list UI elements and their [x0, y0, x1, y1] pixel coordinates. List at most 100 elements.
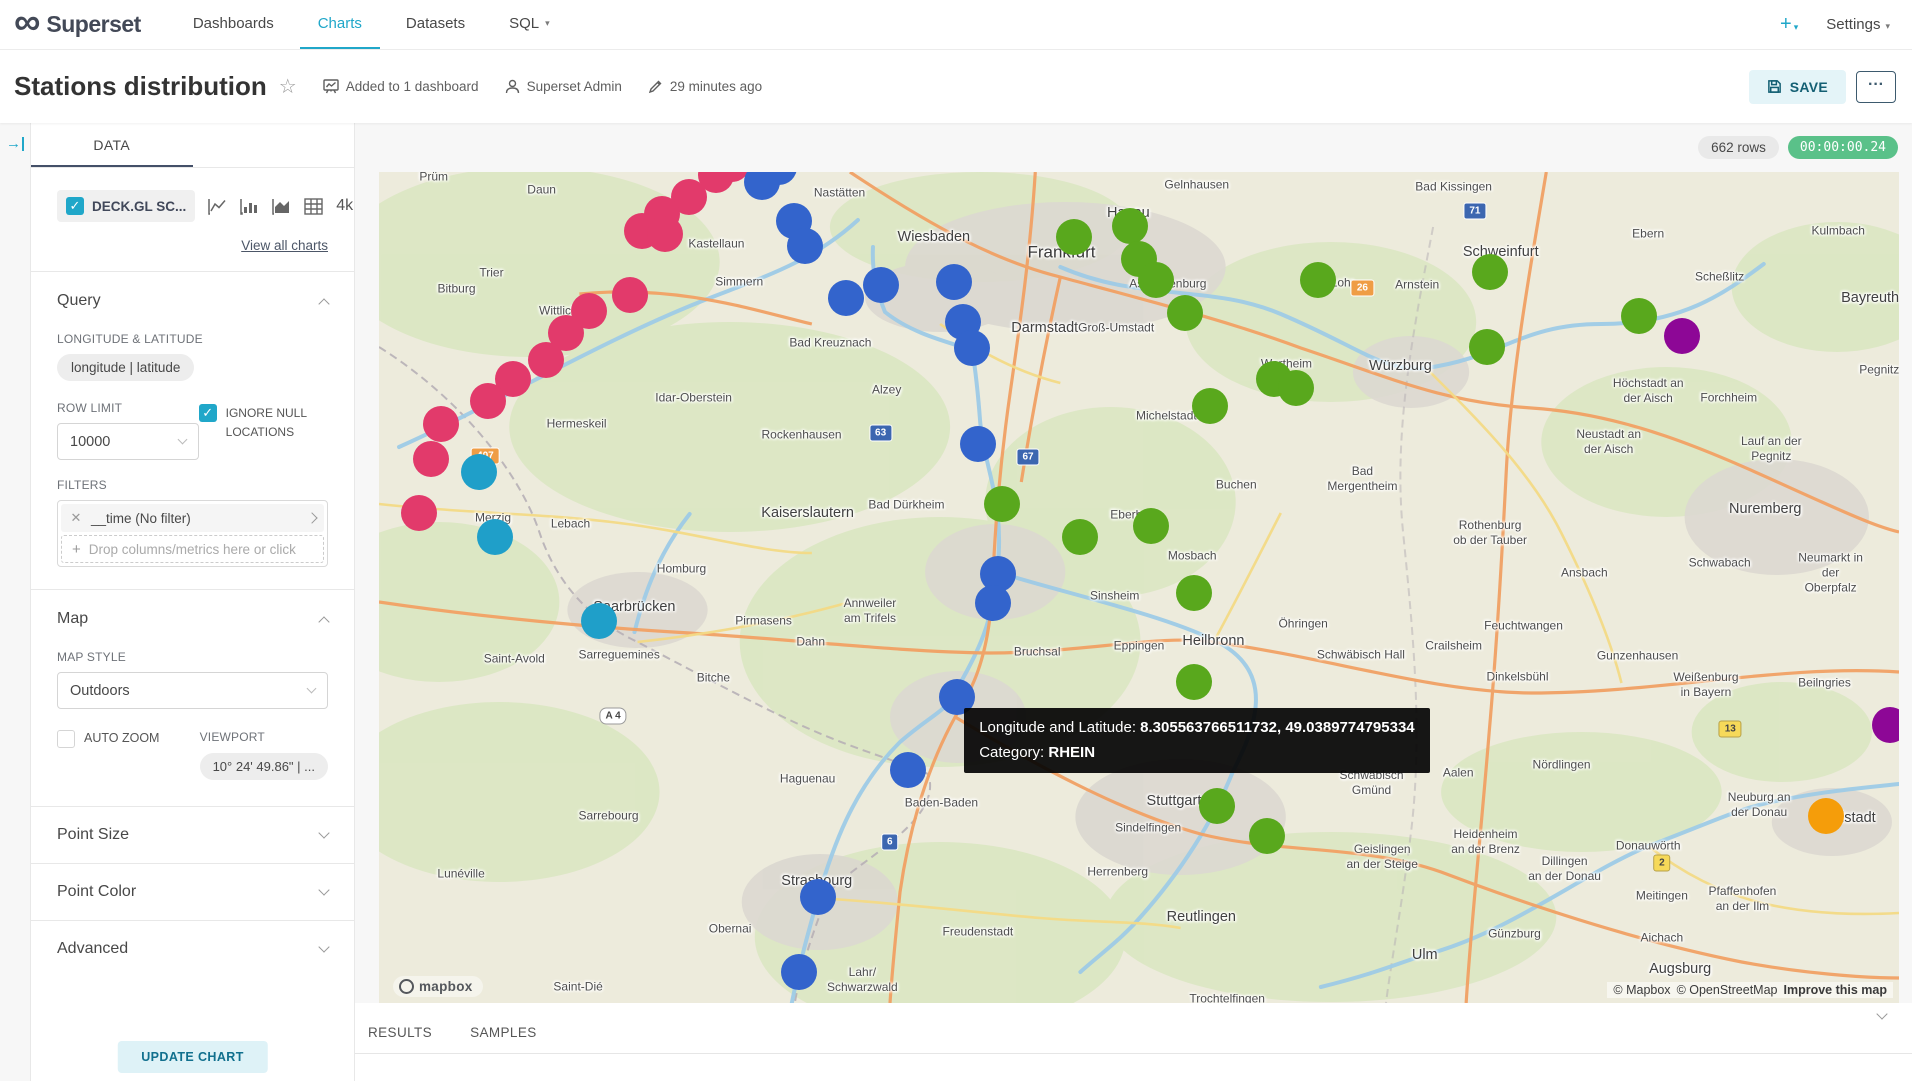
map-point-pink[interactable]	[413, 441, 449, 477]
map-point-cyan[interactable]	[477, 519, 513, 555]
settings-menu[interactable]: Settings▾	[1826, 16, 1890, 33]
section-point-size[interactable]: Point Size	[57, 807, 328, 863]
map-point-blue[interactable]	[828, 280, 864, 316]
map-point-green[interactable]	[1472, 254, 1508, 290]
map-point-green[interactable]	[1062, 519, 1098, 555]
section-label: Point Color	[57, 883, 136, 901]
dashboard-icon	[323, 79, 339, 94]
mapbox-attribution-link[interactable]: © Mapbox	[1613, 983, 1670, 997]
map-point-green[interactable]	[1112, 208, 1148, 244]
meta-pencil[interactable]: 29 minutes ago	[648, 79, 762, 94]
filter-chip-time[interactable]: ✕ __time (No filter)	[61, 504, 324, 532]
favorite-star-icon[interactable]: ☆	[279, 74, 297, 99]
viz-type-selected[interactable]: ✓ DECK.GL SC...	[57, 190, 195, 222]
map-point-blue[interactable]	[863, 267, 899, 303]
map-point-green[interactable]	[1621, 298, 1657, 334]
map-point-cyan[interactable]	[461, 454, 497, 490]
map-point-green[interactable]	[1199, 788, 1235, 824]
lonlat-value-pill[interactable]: longitude | latitude	[57, 354, 194, 381]
map-point-blue[interactable]	[800, 879, 836, 915]
map-point-cyan[interactable]	[581, 603, 617, 639]
chart-header: Stations distribution ☆ Added to 1 dashb…	[0, 50, 1912, 123]
map-point-blue[interactable]	[975, 585, 1011, 621]
map-point-green[interactable]	[1138, 262, 1174, 298]
deckgl-map-canvas[interactable]: PrümDaunNastättenGelnhausenHanauBad Kiss…	[379, 172, 1899, 1003]
table-icon[interactable]	[304, 198, 323, 215]
map-point-green[interactable]	[1249, 818, 1285, 854]
collapse-pane-icon[interactable]	[1878, 1009, 1886, 1027]
tab-results[interactable]: RESULTS	[368, 1025, 432, 1053]
section-point-color[interactable]: Point Color	[57, 864, 328, 920]
nav-item-charts[interactable]: Charts	[300, 0, 380, 49]
ignore-null-checkbox-row[interactable]: ✓ IGNORE NULL LOCATIONS	[199, 404, 328, 441]
checkbox-unchecked-icon[interactable]	[57, 730, 75, 748]
map-point-green[interactable]	[1300, 262, 1336, 298]
meta-user[interactable]: Superset Admin	[505, 79, 622, 94]
map-label: Prüm	[419, 172, 448, 184]
map-point-pink[interactable]	[470, 383, 506, 419]
map-label: Bad Dürkheim	[868, 498, 944, 513]
auto-zoom-checkbox-row[interactable]: AUTO ZOOM	[57, 729, 200, 748]
map-point-pink[interactable]	[528, 342, 564, 378]
map-point-green[interactable]	[984, 486, 1020, 522]
meta-dashboard[interactable]: Added to 1 dashboard	[323, 79, 479, 94]
map-label: Trier	[479, 265, 503, 280]
viz-type-4k[interactable]: 4k	[336, 197, 353, 215]
checkbox-checked-icon[interactable]: ✓	[199, 404, 217, 422]
map-point-green[interactable]	[1176, 575, 1212, 611]
section-map[interactable]: Map	[57, 590, 328, 632]
superset-logo[interactable]: ∞ Superset	[14, 0, 141, 49]
map-point-pink[interactable]	[612, 277, 648, 313]
map-point-green[interactable]	[1469, 329, 1505, 365]
tab-samples[interactable]: SAMPLES	[470, 1025, 537, 1053]
map-point-green[interactable]	[1192, 388, 1228, 424]
map-point-green[interactable]	[1278, 370, 1314, 406]
map-label: Haguenau	[780, 772, 835, 787]
nav-item-datasets[interactable]: Datasets	[388, 0, 483, 49]
map-point-blue[interactable]	[781, 954, 817, 990]
road-shield: 63	[869, 424, 892, 441]
expand-panel-icon[interactable]: →	[6, 137, 24, 151]
map-point-pink[interactable]	[401, 495, 437, 531]
osm-attribution-link[interactable]: © OpenStreetMap	[1677, 983, 1778, 997]
map-point-blue[interactable]	[954, 330, 990, 366]
map-point-blue[interactable]	[936, 264, 972, 300]
map-point-green[interactable]	[1167, 295, 1203, 331]
map-point-pink[interactable]	[647, 216, 683, 252]
update-chart-button[interactable]: UPDATE CHART	[117, 1041, 267, 1073]
viewport-value-pill[interactable]: 10° 24' 49.86" | ...	[200, 753, 328, 780]
improve-map-link[interactable]: Improve this map	[1784, 983, 1888, 997]
map-point-blue[interactable]	[890, 752, 926, 788]
collapsed-sections: Point Size Point Color Advanced	[57, 807, 328, 977]
map-point-orange[interactable]	[1808, 798, 1844, 834]
line-chart-icon[interactable]	[208, 198, 227, 215]
map-label: Pirmasens	[735, 613, 792, 628]
map-point-green[interactable]	[1056, 219, 1092, 255]
more-actions-button[interactable]: ···	[1856, 71, 1896, 103]
map-point-pink[interactable]	[423, 406, 459, 442]
chart-status-row: 662 rows 00:00:00.24	[355, 123, 1912, 172]
map-label: Trochtelfingen	[1189, 991, 1265, 1003]
section-advanced[interactable]: Advanced	[57, 921, 328, 977]
bar-chart-icon[interactable]	[240, 198, 259, 215]
remove-filter-icon[interactable]: ✕	[61, 510, 91, 526]
map-point-green[interactable]	[1133, 508, 1169, 544]
map-point-blue[interactable]	[787, 228, 823, 264]
save-button[interactable]: SAVE	[1749, 70, 1846, 104]
mapbox-logo[interactable]: mapbox	[393, 976, 483, 997]
new-item-button[interactable]: +▾	[1780, 13, 1798, 36]
map-style-select[interactable]: Outdoors	[57, 672, 328, 709]
chart-meta: Added to 1 dashboard Superset Admin 29 min…	[323, 79, 762, 94]
filter-drop-zone[interactable]: + Drop columns/metrics here or click	[61, 535, 324, 563]
map-point-green[interactable]	[1176, 664, 1212, 700]
view-all-charts-link[interactable]: View all charts	[57, 238, 328, 253]
row-limit-select[interactable]: 10000	[57, 423, 199, 460]
map-point-blue[interactable]	[960, 426, 996, 462]
area-chart-icon[interactable]	[272, 198, 291, 215]
section-query[interactable]: Query	[57, 272, 328, 314]
map-point-purple[interactable]	[1664, 318, 1700, 354]
map-label: Neuburg an der Donau	[1728, 790, 1791, 820]
nav-item-dashboards[interactable]: Dashboards	[175, 0, 292, 49]
nav-item-sql[interactable]: SQL▾	[491, 0, 568, 49]
tab-data[interactable]: DATA	[31, 123, 193, 167]
